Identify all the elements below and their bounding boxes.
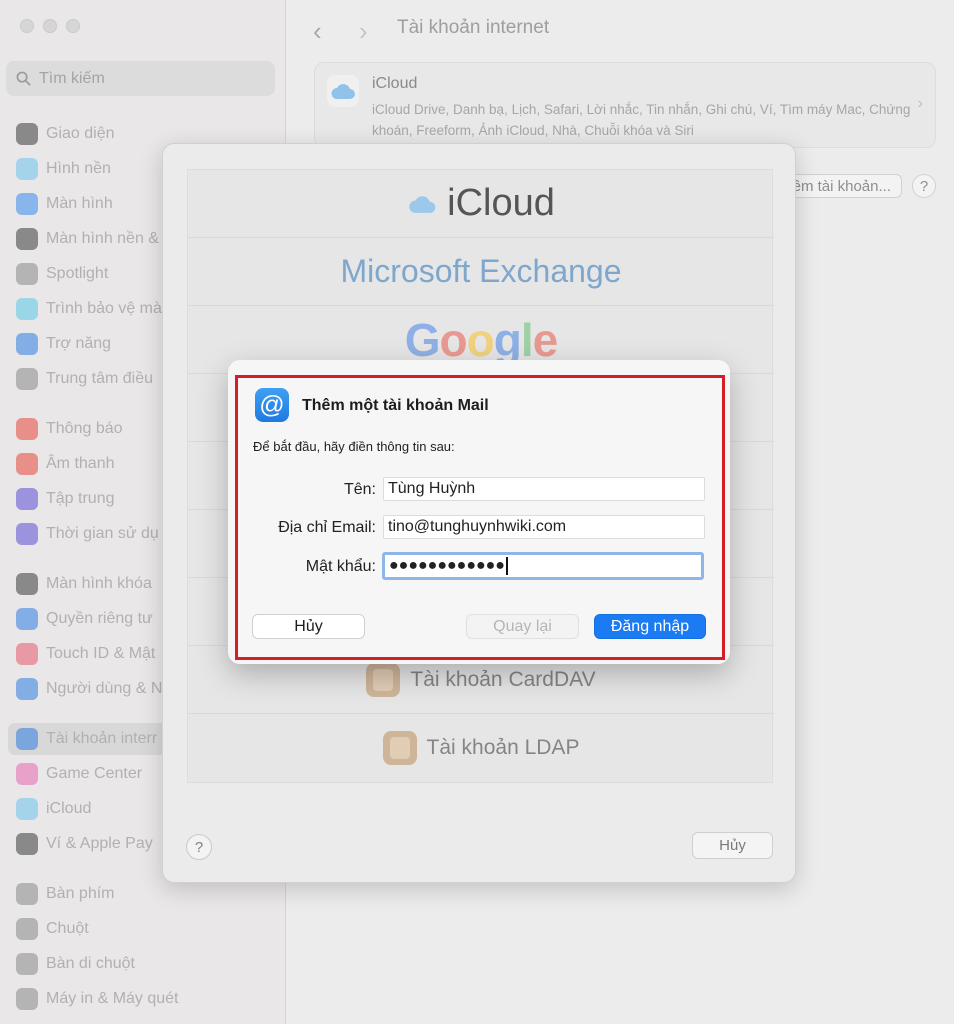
search-icon xyxy=(16,71,31,86)
accessibility-icon xyxy=(16,333,38,355)
lock-screen-icon xyxy=(16,573,38,595)
password-field[interactable]: ●●●●●●●●●●●● xyxy=(382,552,704,580)
control-center-icon xyxy=(16,368,38,390)
internet-accounts-icon xyxy=(16,728,38,750)
icloud-account-services: iCloud Drive, Danh bạ, Lịch, Safari, Lời… xyxy=(372,102,911,138)
sidebar-item-label: Trung tâm điều xyxy=(46,370,154,387)
provider-ldap[interactable]: Tài khoản LDAP xyxy=(188,714,774,782)
provider-icloud[interactable]: iCloud xyxy=(188,170,774,238)
sidebar-item-label: Chuột xyxy=(46,920,89,937)
sidebar-item-label: Thời gian sử dụ xyxy=(46,525,159,542)
sidebar-item-trackpad[interactable]: Bàn di chuột xyxy=(0,948,280,980)
sidebar-item-label: Bàn di chuột xyxy=(46,955,135,972)
sidebar-item-label: Touch ID & Mật xyxy=(46,645,156,662)
provider-exchange[interactable]: Microsoft Exchange xyxy=(188,238,774,306)
sidebar-item-label: Hình nền xyxy=(46,160,111,177)
password-label: Mật khẩu: xyxy=(305,558,376,575)
desktop-dock-icon xyxy=(16,228,38,250)
icloud-icon xyxy=(409,195,436,213)
sidebar-item-label: Giao diện xyxy=(46,125,115,142)
sidebar-item-label: Tài khoản interr xyxy=(46,730,158,747)
sidebar-item-label: Spotlight xyxy=(46,265,109,282)
minimize-window-button[interactable] xyxy=(43,19,57,33)
screensaver-icon xyxy=(16,298,38,320)
provider-icloud-label: iCloud xyxy=(447,182,555,224)
screen-time-icon xyxy=(16,523,38,545)
appearance-icon xyxy=(16,123,38,145)
mail-at-icon: @ xyxy=(255,388,289,422)
sidebar-item-printers[interactable]: Máy in & Máy quét xyxy=(0,983,280,1015)
dialog-title: Thêm một tài khoản Mail xyxy=(302,397,489,414)
google-logo: Google xyxy=(404,313,558,366)
close-window-button[interactable] xyxy=(20,19,34,33)
sidebar-item-label: Màn hình nền & xyxy=(46,230,159,247)
sheet-cancel-button[interactable]: Hủy xyxy=(692,832,773,859)
touch-id-icon xyxy=(16,643,38,665)
cancel-button[interactable]: Hủy xyxy=(252,614,365,639)
add-mail-account-dialog: @ Thêm một tài khoản Mail Để bắt đầu, hã… xyxy=(228,360,730,664)
sidebar-item-label: Màn hình xyxy=(46,195,113,212)
privacy-icon xyxy=(16,608,38,630)
sidebar-item-label: Bàn phím xyxy=(46,885,115,902)
mouse-icon xyxy=(16,918,38,940)
game-center-icon xyxy=(16,763,38,785)
sidebar-item-label: Trình bảo vệ mà xyxy=(46,300,162,317)
zoom-window-button[interactable] xyxy=(66,19,80,33)
users-icon xyxy=(16,678,38,700)
sidebar-item-label: Người dùng & N xyxy=(46,680,163,697)
sidebar-item-label: Game Center xyxy=(46,765,143,782)
add-account-button[interactable]: Thêm tài khoản... xyxy=(790,174,902,198)
page-title: Tài khoản internet xyxy=(397,17,550,38)
search-placeholder: Tìm kiếm xyxy=(39,69,105,87)
window-controls xyxy=(20,19,80,33)
text-caret xyxy=(505,556,508,575)
focus-icon xyxy=(16,488,38,510)
provider-exchange-label: Microsoft Exchange xyxy=(340,253,622,289)
trackpad-icon xyxy=(16,953,38,975)
sound-icon xyxy=(16,453,38,475)
spotlight-icon xyxy=(16,263,38,285)
sheet-help-button[interactable]: ? xyxy=(186,834,212,860)
sidebar-item-label: Máy in & Máy quét xyxy=(46,990,179,1007)
icloud-account-title: iCloud xyxy=(372,75,418,92)
icloud-icon xyxy=(16,798,38,820)
contacts-card-icon xyxy=(382,731,417,765)
printers-icon xyxy=(16,988,38,1010)
help-button[interactable]: ? xyxy=(912,174,936,198)
search-input[interactable]: Tìm kiếm xyxy=(6,61,275,96)
sidebar-item-label: Trợ năng xyxy=(46,335,112,352)
sidebar-item-label: Quyền riêng tư xyxy=(46,610,153,627)
back-button[interactable]: Quay lại xyxy=(466,614,579,639)
contacts-card-icon xyxy=(366,662,401,697)
chevron-right-icon: › xyxy=(917,95,923,112)
sidebar-item-label: Ví & Apple Pay xyxy=(46,835,153,852)
sidebar-item-label: Thông báo xyxy=(46,420,123,437)
wallet-icon xyxy=(16,833,38,855)
name-field[interactable]: Tùng Huỳnh xyxy=(383,477,705,501)
display-icon xyxy=(16,193,38,215)
email-label: Địa chỉ Email: xyxy=(278,519,376,536)
forward-chevron-icon[interactable]: › xyxy=(359,16,368,47)
keyboard-icon xyxy=(16,883,38,905)
provider-carddav-label: Tài khoản CardDAV xyxy=(410,667,596,691)
name-label: Tên: xyxy=(343,481,376,498)
icloud-account-row[interactable]: iCloud iCloud Drive, Danh bạ, Lịch, Safa… xyxy=(314,62,936,148)
dialog-intro: Để bắt đầu, hãy điền thông tin sau: xyxy=(253,439,455,454)
email-field[interactable]: tino@tunghuynhwiki.com xyxy=(383,515,705,539)
sidebar-item-label: Màn hình khóa xyxy=(46,575,152,592)
sidebar-item-label: iCloud xyxy=(46,800,92,817)
sign-in-button[interactable]: Đăng nhập xyxy=(594,614,706,639)
password-masked-value: ●●●●●●●●●●●● xyxy=(389,557,505,574)
sidebar-item-label: Âm thanh xyxy=(46,455,115,472)
provider-ldap-label: Tài khoản LDAP xyxy=(426,736,580,759)
back-chevron-icon[interactable]: ‹ xyxy=(313,16,322,47)
wallpaper-icon xyxy=(16,158,38,180)
icloud-icon xyxy=(327,75,359,107)
notifications-icon xyxy=(16,418,38,440)
sidebar-item-label: Tập trung xyxy=(46,490,115,507)
sidebar-item-mouse[interactable]: Chuột xyxy=(0,913,280,945)
